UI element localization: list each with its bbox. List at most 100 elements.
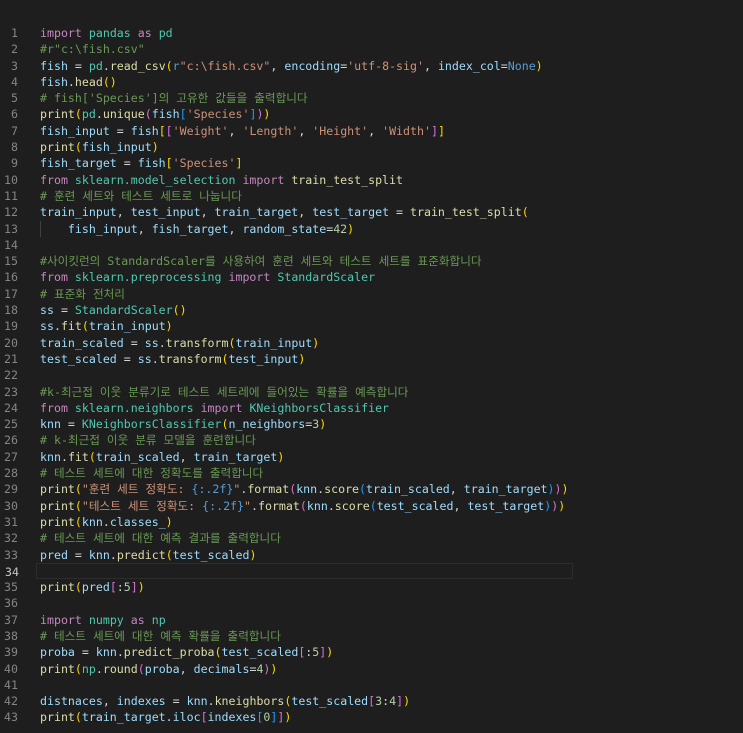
line-number: 40 [4,661,18,676]
code-line[interactable]: 39 proba = knn.predict_proba(test_scaled[… [0,644,743,660]
code-token: . [95,107,103,122]
code-line[interactable]: 17 # 표준화 전처리 [0,286,743,302]
code-token: ) [319,417,327,432]
code-token: ) [277,449,285,464]
code-line[interactable]: 3 fish = pd.read_csv(r"c:\fish.csv", enco… [0,58,743,74]
code-line[interactable]: 36 [0,595,743,611]
code-token: r [172,58,180,73]
code-line[interactable]: 42 distnaces, indexes = knn.kneighbors(te… [0,693,743,709]
code-line[interactable]: 15 #사이킷런의 StandardScaler를 사용하여 훈련 세트와 테스트… [0,253,743,269]
code-line[interactable]: 7 fish_input = fish[['Weight', 'Length', … [0,123,743,139]
code-token: 'Species' [186,107,250,122]
line-number: 20 [4,335,18,350]
line-number: 35 [4,580,18,595]
code-token: ( [214,645,222,660]
code-line[interactable]: 20 train_scaled = ss.transform(train_inpu… [0,335,743,351]
code-line[interactable]: 33 pred = knn.predict(test_scaled) [0,547,743,563]
code-line[interactable]: 32 # 테스트 세트에 대한 예측 결과를 출력합니다 [0,530,743,546]
code-line[interactable]: 25 knn = KNeighborsClassifier(n_neighbors… [0,416,743,432]
code-line[interactable]: 30 print("테스트 세트 정확도: {:.2f}".format(knn.… [0,498,743,514]
code-token: knn [40,449,61,464]
code-text: #사이킷런의 StandardScaler를 사용하여 훈련 세트와 테스트 세… [40,253,482,269]
code-line[interactable]: 40 print(np.round(proba, decimals=4)) [0,661,743,677]
code-token: train_input [235,335,313,350]
code-token: = [74,645,96,660]
code-token: transform [158,351,222,366]
line-number: 21 [4,351,18,366]
code-token: predict_proba [123,645,215,660]
code-token: fish [40,74,68,89]
code-token: # 훈련 세트와 테스트 세트로 나눕니다 [40,188,242,203]
code-line[interactable]: 41 [0,677,743,693]
code-line[interactable]: 28 # 테스트 세트에 대한 정확도를 출력합니다 [0,465,743,481]
line-number: 24 [4,400,18,415]
code-token: # 표준화 전처리 [40,286,125,301]
code-line[interactable]: 35 print(pred[:5]) [0,579,743,595]
code-line[interactable]: 19 ss.fit(train_input) [0,318,743,334]
code-line[interactable]: 27 knn.fit(train_scaled, train_target) [0,449,743,465]
code-token: as [137,26,152,40]
code-line[interactable]: 37 import numpy as np [0,612,743,628]
code-token: ) [165,319,173,334]
code-line[interactable]: 1 import pandas as pd [0,25,743,41]
code-token: test_input [130,205,201,220]
code-line[interactable]: 2 #r"c:\fish.csv" [0,41,743,57]
code-token: , [453,498,468,513]
code-token: knn [95,645,117,660]
code-token: : [116,580,124,595]
code-line[interactable]: 31 print(knn.classes_) [0,514,743,530]
code-line[interactable]: 26 # k-최근접 이웃 분류 모델을 훈련합니다 [0,432,743,448]
code-token: random_state [242,221,327,236]
code-token: ) [137,580,145,595]
code-token: ( [74,514,82,529]
code-token: . [67,74,75,89]
code-line[interactable]: 13 fish_input, fish_target, random_state… [0,220,743,237]
code-line[interactable]: 14 [0,237,743,253]
code-line[interactable]: 16 from sklearn.preprocessing import Stan… [0,269,743,285]
code-token: ( [221,417,229,432]
code-token: decimals [193,661,250,676]
code-token: train_scaled [95,449,180,464]
code-line[interactable]: 11 # 훈련 세트와 테스트 세트로 나눕니다 [0,188,743,204]
code-token: test_target [467,498,545,513]
code-token: , [102,694,117,709]
code-line[interactable]: 10 from sklearn.model_selection import tr… [0,172,743,188]
code-text: fish_input = fish[['Weight', 'Length', '… [40,123,445,139]
code-token: predict [116,547,166,562]
code-line[interactable]: 34 [5,562,573,580]
code-token: 42 [333,221,348,236]
code-token: proba [40,645,75,660]
line-number: 18 [4,303,18,318]
line-number: 10 [4,172,18,187]
code-line[interactable]: 6 print(pd.unique(fish['Species'])) [0,106,743,122]
code-token: ( [165,58,173,73]
code-token: # k-최근접 이웃 분류 모델을 훈련합니다 [40,433,256,448]
code-token: format [257,498,300,513]
code-line[interactable]: 9 fish_target = fish['Species'] [0,155,743,171]
code-text: # 훈련 세트와 테스트 세트로 나눕니다 [40,188,242,204]
code-text: import numpy as np [40,612,166,628]
code-line[interactable]: 38 # 테스트 세트에 대한 예측 확률을 출력합니다 [0,628,743,644]
code-line[interactable]: 23 #k-최근접 이웃 분류기로 테스트 세트레에 들어있는 확률을 예측합니다 [0,384,743,400]
code-token: ( [165,547,173,562]
code-token: import [242,172,285,187]
code-line[interactable]: 5 # fish['Species']의 고유한 값들을 출력합니다 [0,90,743,106]
code-line[interactable]: 43 print(train_target.iloc[indexes[0]]) [0,709,743,725]
code-line[interactable]: 4 fish.head() [0,74,743,90]
code-line[interactable]: 8 print(fish_input) [0,139,743,155]
code-token: ( [221,351,229,366]
code-token: print [40,661,75,676]
code-token: = [67,547,89,562]
line-number: 8 [11,140,18,155]
code-text: fish_target = fish['Species'] [40,155,242,171]
code-line[interactable]: 22 [0,367,743,383]
code-line[interactable]: 29 print("훈련 세트 정확도: {:.2f}".format(knn.s… [0,481,743,497]
line-number: 7 [11,123,18,138]
code-token: [ [200,710,208,725]
line-number: 33 [4,547,18,562]
code-line[interactable]: 24 from sklearn.neighbors import KNeighbo… [0,400,743,416]
code-line[interactable]: 21 test_scaled = ss.transform(test_input) [0,351,743,367]
code-editor[interactable]: 1 import pandas as pd 2 #r"c:\fish.csv" 3 fis… [0,25,743,726]
code-line[interactable]: 18 ss = StandardScaler() [0,302,743,318]
code-line[interactable]: 12 train_input, test_input, train_target,… [0,204,743,220]
